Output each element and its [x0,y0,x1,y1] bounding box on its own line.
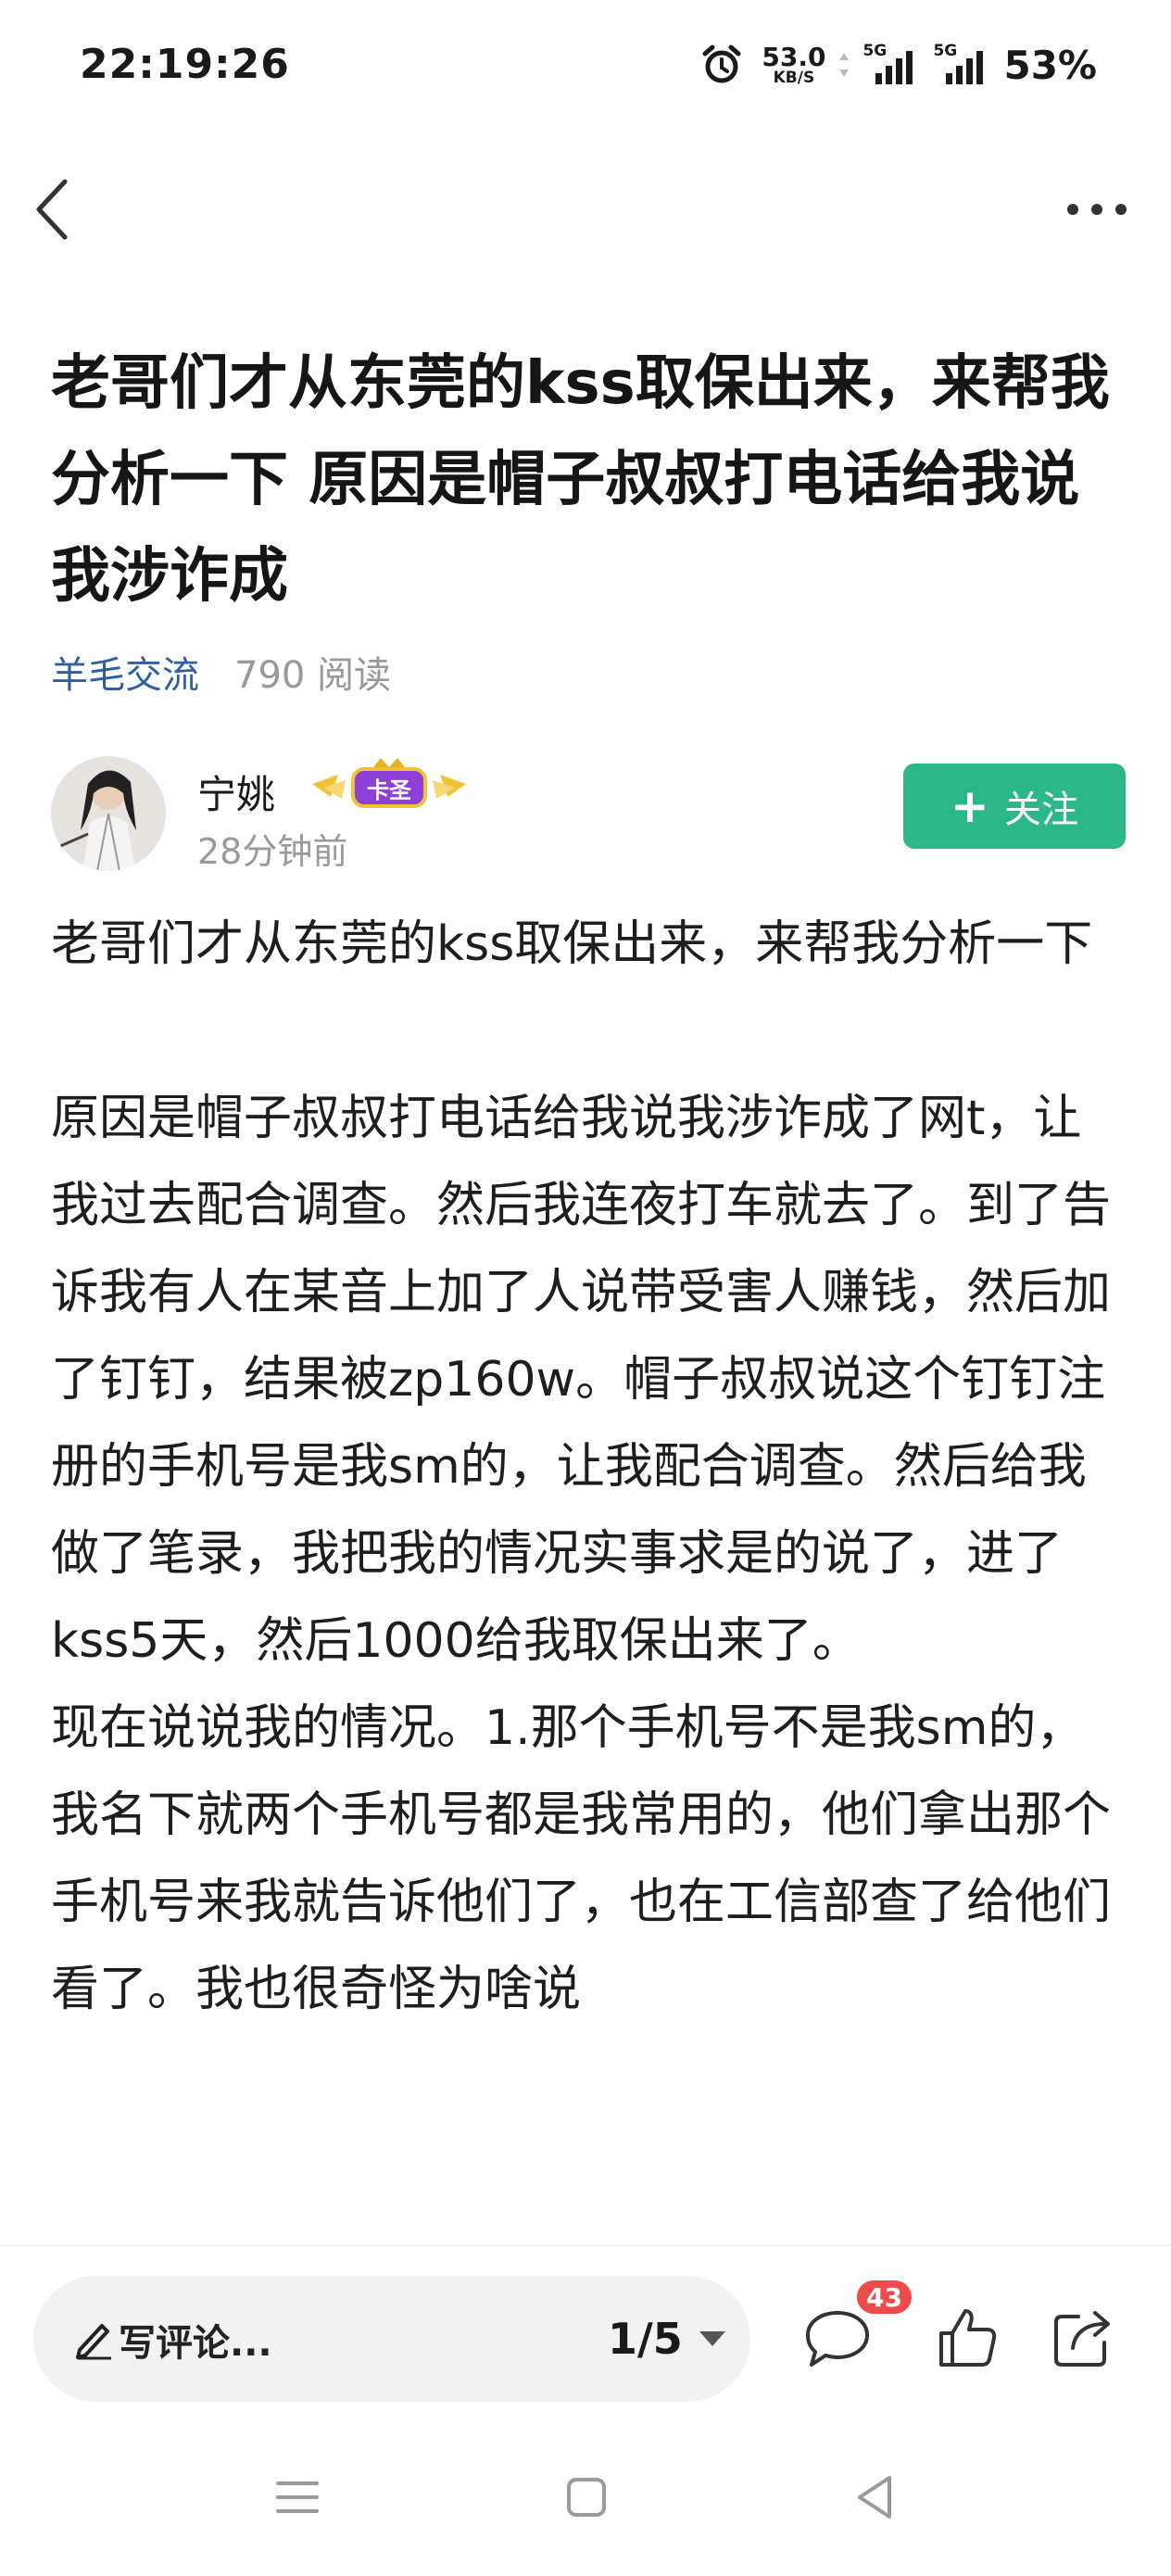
menu-lines-icon [276,2481,319,2513]
read-count: 790 阅读 [234,654,392,697]
back-button[interactable] [26,174,82,245]
rank-badge-text: 卡圣 [367,777,411,803]
page-indicator[interactable]: 1/5 [608,2305,725,2372]
author-name[interactable]: 宁姚 [197,764,275,820]
content-paragraph-2: 原因是帽子叔叔打电话给我说我涉诈成了网t，让我过去配合调查。然后我连夜打车就去了… [51,1091,1112,1669]
signal-sim2-icon: 5G [933,42,990,88]
more-button[interactable] [1060,182,1134,237]
post-content: 老哥们才从东莞的kss取保出来，来帮我分析一下 原因是帽子叔叔打电话给我说我涉诈… [51,901,1126,2244]
system-nav-bar [0,2446,1171,2576]
post-meta: 羊毛交流 790 阅读 [51,645,391,699]
back-triangle-icon [858,2476,891,2519]
network-speed-value: 53.0 [762,41,826,72]
system-back-button[interactable] [843,2465,908,2530]
avatar[interactable] [51,756,166,871]
status-bar: 22:19:26 53.0 KB/S 5G 5G 53% [0,0,1171,139]
back-chevron-icon [36,179,68,240]
content-paragraph-1: 老哥们才从东莞的kss取保出来，来帮我分析一下 [51,916,1093,972]
comment-placeholder: 写评论... [119,2322,272,2365]
dropdown-triangle-icon [699,2331,725,2346]
network-speed: 53.0 KB/S [762,44,825,86]
post-time: 28分钟前 [197,831,348,872]
page-number: 1/5 [608,2314,683,2364]
alarm-icon [702,44,741,83]
follow-label: 关注 [1003,789,1078,831]
pen-icon [76,2324,111,2360]
status-time: 22:19:26 [80,41,290,88]
data-arrows-icon [839,53,850,77]
category-link[interactable]: 羊毛交流 [51,645,199,699]
home-square-icon [567,2478,606,2517]
rank-badge: 卡圣 [303,756,475,815]
content-paragraph-3: 现在说说我的情况。1.那个手机号不是我sm的，我名下就两个手机号都是我常用的，他… [51,1700,1112,2017]
share-icon [1054,2311,1110,2367]
follow-button[interactable]: + 关注 [903,764,1126,849]
recent-apps-button[interactable] [265,2465,330,2530]
post-title: 老哥们才从东莞的kss取保出来，来帮我分析一下 原因是帽子叔叔打电话给我说我涉诈… [51,349,1110,611]
battery-level: 53% [1003,42,1097,88]
comment-count-badge: 43 [854,2278,914,2317]
author-row: 宁姚 卡圣 28分钟前 + 关注 [51,756,1126,873]
share-button[interactable] [1045,2302,1119,2376]
thumbs-up-icon [939,2309,997,2367]
plus-icon: + [951,779,989,833]
home-button[interactable] [554,2465,619,2530]
network-speed-unit: KB/S [773,68,815,87]
like-button[interactable] [930,2302,1004,2376]
comment-input[interactable]: 写评论... 1/5 [33,2276,750,2402]
bottom-divider [0,2244,1171,2246]
content-blank-line [51,988,1126,1075]
signal-sim1-icon: 5G [863,42,920,88]
status-icons: 53.0 KB/S 5G 5G 53% [700,37,1097,93]
more-dots-icon [1067,204,1127,215]
